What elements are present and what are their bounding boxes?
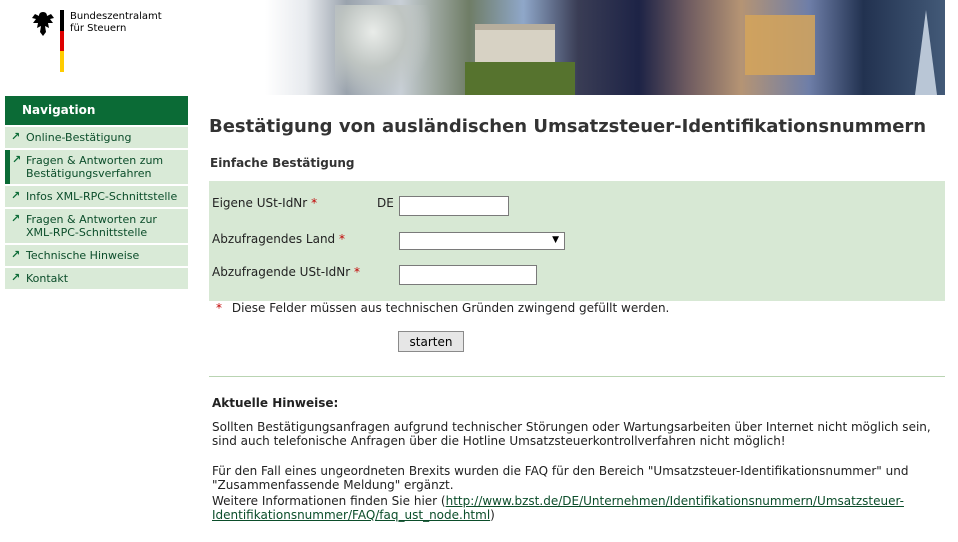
required-mark: *	[216, 301, 222, 315]
nav-item-technische-hinweise[interactable]: ↗ Technische Hinweise	[5, 245, 188, 266]
page-title: Bestätigung von ausländischen Umsatzsteu…	[209, 116, 927, 137]
nav-item-label: Kontakt	[26, 272, 69, 285]
arrow-up-right-icon: ↗	[11, 212, 21, 225]
org-name-line1: Bundeszentralamt	[70, 11, 162, 22]
nav-item-label: Fragen & Antworten zur XML-RPC-Schnittst…	[26, 213, 157, 239]
hint-link-suffix: )	[490, 508, 495, 522]
country-label: Abzufragendes Land *	[212, 232, 345, 246]
start-button[interactable]: starten	[398, 331, 464, 352]
required-mark: *	[311, 196, 318, 210]
nav-item-label: Infos XML-RPC-Schnittstelle	[26, 190, 178, 203]
hint-link-prefix: Weitere Informationen finden Sie hier (	[212, 494, 446, 508]
query-vat-input[interactable]	[399, 265, 537, 285]
nav-item-infos-xml-rpc[interactable]: ↗ Infos XML-RPC-Schnittstelle	[5, 186, 188, 207]
sidebar-navigation: Navigation ↗ Online-Bestätigung ↗ Fragen…	[5, 96, 188, 289]
required-mark: *	[354, 265, 360, 279]
nav-item-faq-bestaetigungsverfahren[interactable]: ↗ Fragen & Antworten zum Bestätigungsver…	[5, 150, 188, 184]
own-vat-prefix: DE	[377, 196, 394, 210]
country-select[interactable]: ▼	[399, 232, 565, 250]
hint-paragraph-2: Für den Fall eines ungeordneten Brexits …	[212, 464, 909, 492]
nav-item-label: Online-Bestätigung	[26, 131, 132, 144]
required-note-text: Diese Felder müssen aus technischen Grün…	[231, 301, 670, 315]
country-label-text: Abzufragendes Land	[212, 232, 336, 246]
query-vat-label: Abzufragende USt-IdNr *	[212, 265, 360, 279]
required-mark: *	[339, 232, 346, 246]
bzst-logo[interactable]: Bundeszentralamt für Steuern	[30, 10, 230, 80]
section-title: Einfache Bestätigung	[210, 156, 355, 170]
own-vat-input[interactable]	[399, 196, 509, 216]
hint-paragraph-3: Weitere Informationen finden Sie hier (h…	[212, 494, 942, 522]
header-banner-image	[265, 0, 945, 95]
own-vat-label: Eigene USt-IdNr *	[212, 196, 317, 210]
federal-eagle-icon	[32, 12, 54, 36]
query-vat-label-text: Abzufragende USt-IdNr	[212, 265, 351, 279]
arrow-up-right-icon: ↗	[12, 153, 22, 166]
org-name: Bundeszentralamt für Steuern	[70, 11, 162, 35]
arrow-up-right-icon: ↗	[11, 189, 21, 202]
org-name-line2: für Steuern	[70, 23, 127, 34]
nav-item-label: Fragen & Antworten zum Bestätigungsverfa…	[26, 154, 164, 180]
confirmation-form: Eigene USt-IdNr * DE Abzufragendes Land …	[209, 181, 945, 301]
nav-item-kontakt[interactable]: ↗ Kontakt	[5, 268, 188, 289]
nav-item-online-bestaetigung[interactable]: ↗ Online-Bestätigung	[5, 127, 188, 148]
nav-item-label: Technische Hinweise	[26, 249, 140, 262]
german-flag-bar	[60, 10, 64, 72]
caret-down-icon: ▼	[552, 235, 559, 245]
required-note: * Diese Felder müssen aus technischen Gr…	[216, 301, 669, 315]
nav-item-faq-xml-rpc[interactable]: ↗ Fragen & Antworten zur XML-RPC-Schnitt…	[5, 209, 188, 243]
nav-title: Navigation	[5, 96, 188, 125]
arrow-up-right-icon: ↗	[11, 248, 21, 261]
hints-title: Aktuelle Hinweise:	[212, 396, 339, 410]
hint-paragraph-1: Sollten Bestätigungsanfragen aufgrund te…	[212, 420, 931, 448]
arrow-up-right-icon: ↗	[11, 130, 21, 143]
own-vat-label-text: Eigene USt-IdNr	[212, 196, 308, 210]
arrow-up-right-icon: ↗	[11, 271, 21, 284]
divider	[209, 376, 945, 377]
